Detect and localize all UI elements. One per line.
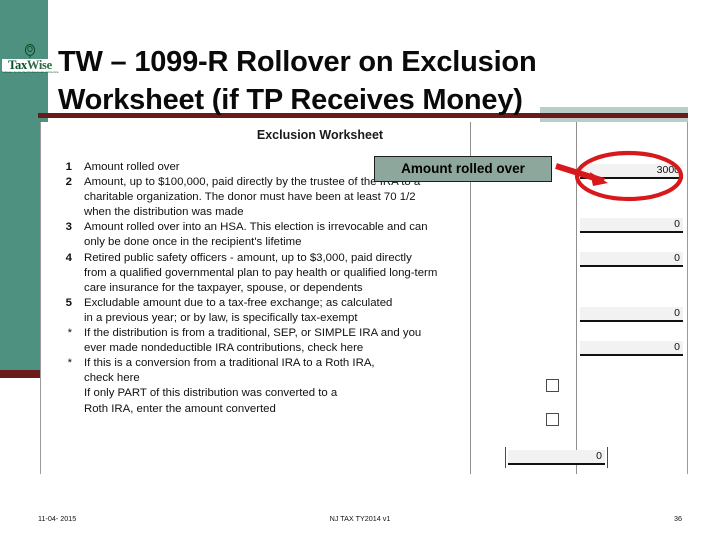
worksheet-row-text-line: charitable organization. The donor must … xyxy=(84,191,416,204)
worksheet-border-right xyxy=(687,122,688,474)
slide-title-line-2: Worksheet (if TP Receives Money) xyxy=(58,84,523,117)
worksheet-row-text-line: If the distribution is from a traditiona… xyxy=(84,327,422,340)
worksheet-row-text-line: in a previous year; or by law, is specif… xyxy=(84,311,358,324)
excludable-amount-field[interactable]: 0 xyxy=(580,341,683,356)
worksheet-row-number: 2 xyxy=(65,176,72,189)
worksheet-row-text-line: ever made nondeductible IRA contribution… xyxy=(84,342,364,355)
worksheet-row-text-line: Roth IRA, enter the amount converted xyxy=(84,402,276,415)
footer-page-number: 36 xyxy=(674,514,682,523)
worksheet-row-number: 3 xyxy=(65,221,72,234)
worksheet-row: 3 Amount rolled over into an HSA. This e… xyxy=(42,220,472,250)
taxwise-logo-mark-icon xyxy=(2,44,58,59)
slide-canvas: TaxWise Software by the Tax Professional… xyxy=(0,0,720,540)
worksheet-row-text: If the distribution is from a traditiona… xyxy=(84,326,472,356)
worksheet-row: * If the distribution is from a traditio… xyxy=(42,326,472,356)
slide-title: TW – 1099-R Rollover on Exclusion Worksh… xyxy=(58,43,672,119)
amount-rolled-over-field[interactable]: 3000 xyxy=(580,164,683,179)
worksheet-row-text-line: If only PART of this distribution was co… xyxy=(84,387,338,400)
worksheet-row-text-line: when the distribution was made xyxy=(84,206,244,219)
worksheet-row-text-line: Retired public safety officers - amount,… xyxy=(84,251,412,264)
worksheet-row-number: * xyxy=(67,357,72,370)
worksheet-row-number: 4 xyxy=(65,251,72,264)
worksheet-row-text-line: from a qualified governmental plan to pa… xyxy=(84,266,438,279)
worksheet-row: If only PART of this distribution was co… xyxy=(42,386,472,416)
worksheet-row-text-line: only be done once in the recipient's lif… xyxy=(84,236,302,249)
worksheet-row: * If this is a conversion from a traditi… xyxy=(42,356,472,386)
converted-field-left-rule xyxy=(505,447,506,468)
worksheet-column-divider-2 xyxy=(576,122,577,474)
converted-amount-field[interactable]: 0 xyxy=(508,450,605,465)
retired-safety-officer-field[interactable]: 0 xyxy=(580,307,683,322)
worksheet-row-text: Retired public safety officers - amount,… xyxy=(84,251,472,296)
worksheet-row-text-line: care insurance for the taxpayer, spouse,… xyxy=(84,281,363,294)
worksheet-heading: Exclusion Worksheet xyxy=(256,128,384,142)
nondeductible-ira-checkbox[interactable] xyxy=(546,379,559,392)
worksheet-row-number: * xyxy=(67,327,72,340)
worksheet-border-left xyxy=(40,122,41,474)
worksheet-row-text: Amount rolled over into an HSA. This ele… xyxy=(84,220,472,250)
worksheet-row-text-line: check here xyxy=(84,372,140,385)
converted-field-right-rule xyxy=(607,447,608,468)
hsa-rollover-field[interactable]: 0 xyxy=(580,252,683,267)
slide-title-line-1: TW – 1099-R Rollover on Exclusion xyxy=(58,46,537,79)
amount-rolled-over-callout: Amount rolled over xyxy=(374,156,552,182)
worksheet-row-text: If this is a conversion from a tradition… xyxy=(84,356,472,386)
left-teal-notch xyxy=(0,108,38,114)
worksheet-row-text-line: Amount rolled over into an HSA. This ele… xyxy=(84,221,428,234)
worksheet-row-text: If only PART of this distribution was co… xyxy=(84,386,472,416)
roth-conversion-checkbox[interactable] xyxy=(546,413,559,426)
charitable-distribution-field[interactable]: 0 xyxy=(580,218,683,233)
taxwise-logo-tagline: Software by the Tax Professionals of Ame… xyxy=(2,70,59,74)
worksheet-row: 5 Excludable amount due to a tax-free ex… xyxy=(42,296,472,326)
exclusion-worksheet-panel: Exclusion Worksheet 1 Amount rolled over… xyxy=(40,122,688,474)
worksheet-row-text: Excludable amount due to a tax-free exch… xyxy=(84,296,472,326)
worksheet-row-number: 1 xyxy=(65,161,72,173)
worksheet-line-list: 1 Amount rolled over 2 Amount, up to $10… xyxy=(42,160,472,417)
worksheet-row-text-line: If this is a conversion from a tradition… xyxy=(84,357,375,370)
taxwise-logo: TaxWise Software by the Tax Professional… xyxy=(2,44,58,86)
worksheet-row: 4 Retired public safety officers - amoun… xyxy=(42,251,472,296)
worksheet-row-number: 5 xyxy=(65,296,72,309)
worksheet-row-text-line: Excludable amount due to a tax-free exch… xyxy=(84,296,393,309)
